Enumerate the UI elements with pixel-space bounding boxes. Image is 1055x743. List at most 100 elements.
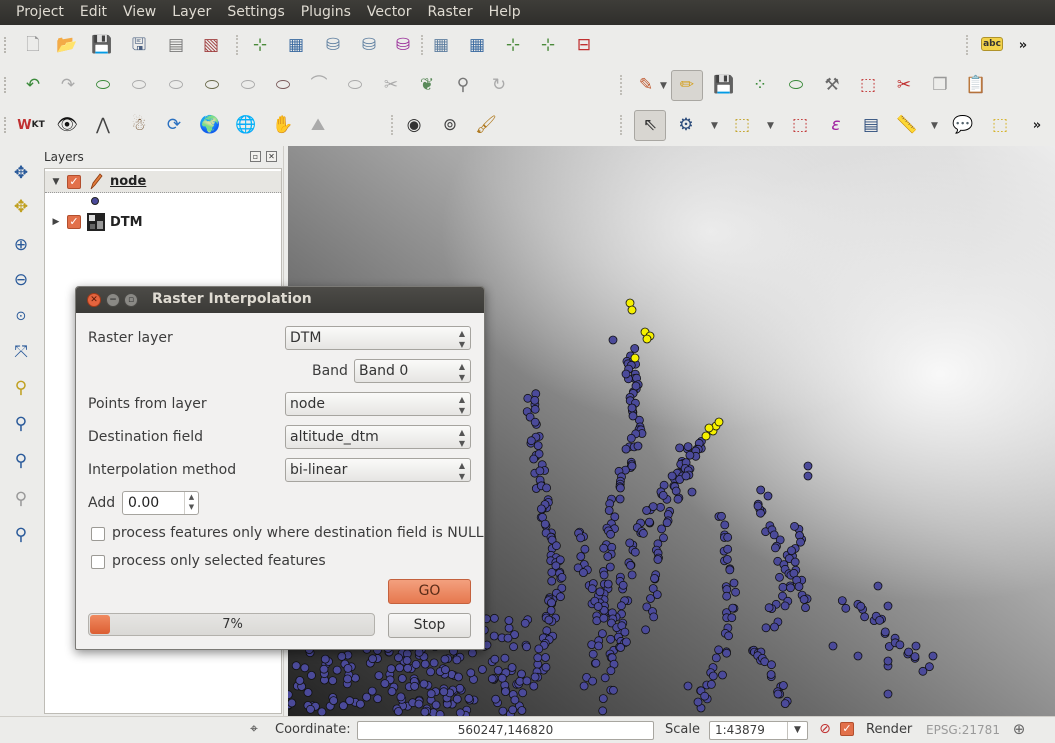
globe-icon[interactable]: 🌐	[233, 112, 259, 138]
destination-field-combo[interactable]: altitude_dtm ▲ ▼	[285, 425, 471, 449]
digitizer-person-icon[interactable]: ☃	[126, 112, 152, 138]
menu-vector[interactable]: Vector	[359, 0, 420, 25]
merge-features-icon[interactable]: ❦	[414, 72, 440, 98]
zoom-actual-size-icon[interactable]: ⊙	[8, 303, 34, 329]
toolbar-handle[interactable]	[4, 77, 10, 93]
toolbar-overflow-icon[interactable]: »	[1024, 112, 1050, 138]
split-features-icon[interactable]: ⬭	[342, 72, 368, 98]
reshape-features-icon[interactable]: ⬭	[270, 72, 296, 98]
zoom-next-icon[interactable]: ⚲	[8, 486, 34, 512]
band-combo[interactable]: Band 0 ▲ ▼	[354, 359, 471, 383]
zoom-last-icon[interactable]: ⚲	[8, 448, 34, 474]
menu-help[interactable]: Help	[481, 0, 529, 25]
node-tool-icon[interactable]: ⚒	[819, 72, 845, 98]
wkt-icon[interactable]: W KT	[17, 112, 44, 138]
new-gpx-layer-icon[interactable]: ⊹	[535, 32, 561, 58]
raster-layer-combo[interactable]: DTM ▲ ▼	[285, 326, 471, 350]
stop-render-icon[interactable]: ⊘	[814, 718, 836, 740]
points-layer-combo[interactable]: node ▲ ▼	[285, 392, 471, 416]
new-project-icon[interactable]: 🗋	[20, 32, 46, 58]
dialog-titlebar[interactable]: ✕ − ▫ Raster Interpolation	[76, 287, 484, 313]
measure-dropdown-icon[interactable]: ▼	[931, 121, 938, 131]
brush-icon[interactable]: 🖌	[473, 112, 499, 138]
menu-plugins[interactable]: Plugins	[293, 0, 359, 25]
scale-combo[interactable]: 1:43879 ▼	[709, 721, 808, 740]
toolbar-handle[interactable]	[4, 37, 10, 53]
refresh-icon[interactable]: ⟳	[161, 112, 187, 138]
pan-map-icon[interactable]: ✥	[8, 160, 34, 186]
maximize-window-icon[interactable]: ▫	[124, 293, 138, 307]
add-wms-layer-icon[interactable]: ▦	[428, 32, 454, 58]
go-button[interactable]: GO	[388, 579, 471, 604]
fill-ring-icon[interactable]: ⬭	[163, 72, 189, 98]
new-print-composer-icon[interactable]: ▤	[163, 32, 189, 58]
merge-attributes-icon[interactable]: ⚲	[450, 72, 476, 98]
new-shapefile-layer-icon[interactable]: ⊹	[247, 32, 273, 58]
zoom-to-layer-icon[interactable]: ⚲	[8, 411, 34, 437]
offset-curve-icon[interactable]: ⌒	[306, 72, 332, 98]
rgb-compositor-icon[interactable]: ⊚	[437, 112, 463, 138]
label-tool-icon[interactable]: abc	[981, 37, 1003, 51]
add-raster-layer-icon[interactable]: ⛁	[320, 32, 346, 58]
select-dropdown-icon[interactable]: ▼	[767, 121, 774, 131]
select-by-expression-icon[interactable]: ε	[823, 112, 849, 138]
pan-to-selection-icon[interactable]: ✥	[8, 194, 34, 220]
new-bookmark-icon[interactable]: ⬚	[987, 112, 1013, 138]
save-project-icon[interactable]: 💾	[89, 32, 115, 58]
split-parts-icon[interactable]: ✂	[378, 72, 404, 98]
minimize-window-icon[interactable]: −	[106, 293, 120, 307]
expand-icon[interactable]: ▶	[49, 217, 63, 227]
interpolation-method-combo[interactable]: bi-linear ▲ ▼	[285, 458, 471, 482]
paste-features-icon[interactable]: 📋	[963, 72, 989, 98]
close-panel-icon[interactable]: ✕	[266, 151, 277, 162]
action-dropdown-icon[interactable]: ▼	[711, 121, 718, 131]
toolbar-handle[interactable]	[4, 117, 10, 133]
crs-status-icon[interactable]: ⊕	[1008, 718, 1030, 740]
delete-selected-icon[interactable]: ⬚	[855, 72, 881, 98]
zoom-full-icon[interactable]: ⤧	[8, 339, 34, 365]
composer-manager-icon[interactable]: ▧	[198, 32, 224, 58]
crs-label[interactable]: EPSG:21781	[926, 723, 1000, 737]
toolbar-overflow-icon[interactable]: »	[1010, 32, 1036, 58]
layer-item-node[interactable]: ▼ ✓ node	[45, 171, 281, 193]
save-as-icon[interactable]: 🖫	[126, 32, 152, 58]
delete-part-icon[interactable]: ⬭	[235, 72, 261, 98]
compass-icon[interactable]: ⋀	[90, 112, 116, 138]
coordinate-field[interactable]: 560247,146820	[357, 721, 654, 740]
spinbox-arrows-icon[interactable]: ▲ ▼	[184, 492, 198, 514]
render-checkbox[interactable]: ✓	[840, 722, 854, 736]
menu-raster[interactable]: Raster	[420, 0, 481, 25]
layer-item-dtm[interactable]: ▶ ✓ DTM	[45, 211, 281, 233]
close-window-icon[interactable]: ✕	[87, 293, 101, 307]
save-edits-icon[interactable]: 💾	[711, 72, 737, 98]
measure-icon[interactable]: 📏	[894, 112, 920, 138]
remove-layer-icon[interactable]: ⊟	[571, 32, 597, 58]
add-vector-layer-icon[interactable]: ▦	[283, 32, 309, 58]
undo-icon[interactable]: ↶	[20, 72, 46, 98]
redo-icon[interactable]: ↷	[55, 72, 81, 98]
toggle-editing-icon[interactable]: ✏	[671, 70, 703, 101]
add-postgis-layer-icon[interactable]: ⛁	[356, 32, 382, 58]
menu-project[interactable]: Project	[8, 0, 72, 25]
chevron-down-icon[interactable]: ▼	[787, 722, 807, 739]
layer-visibility-checkbox[interactable]: ✓	[67, 174, 81, 189]
add-spinbox[interactable]: 0.00 ▲ ▼	[122, 491, 199, 515]
zoom-in-icon[interactable]: ⊕	[8, 232, 34, 258]
copy-features-icon[interactable]: ❐	[927, 72, 953, 98]
run-feature-action-icon[interactable]: ⚙	[673, 112, 699, 138]
identify-icon[interactable]: ⇖	[634, 110, 666, 141]
add-part-icon[interactable]: ⬭	[126, 72, 152, 98]
menu-edit[interactable]: Edit	[72, 0, 115, 25]
plugin-icon[interactable]: ✋	[270, 112, 296, 138]
current-edits-icon[interactable]: ✎	[633, 72, 659, 98]
zoom-out-icon[interactable]: ⊖	[8, 267, 34, 293]
add-delimited-text-icon[interactable]: ⊹	[500, 32, 526, 58]
terrain-icon[interactable]: ⛰	[305, 112, 331, 138]
refresh-map-icon[interactable]: ⚲	[8, 522, 34, 548]
mouse-position-toggle-icon[interactable]: ⌖	[243, 718, 265, 740]
attribute-table-icon[interactable]: ▤	[858, 112, 884, 138]
stop-button[interactable]: Stop	[388, 613, 471, 638]
globe-tool-icon[interactable]: 🌍	[197, 112, 223, 138]
null-only-checkbox[interactable]	[91, 527, 105, 541]
delete-ring-icon[interactable]: ⬭	[199, 72, 225, 98]
